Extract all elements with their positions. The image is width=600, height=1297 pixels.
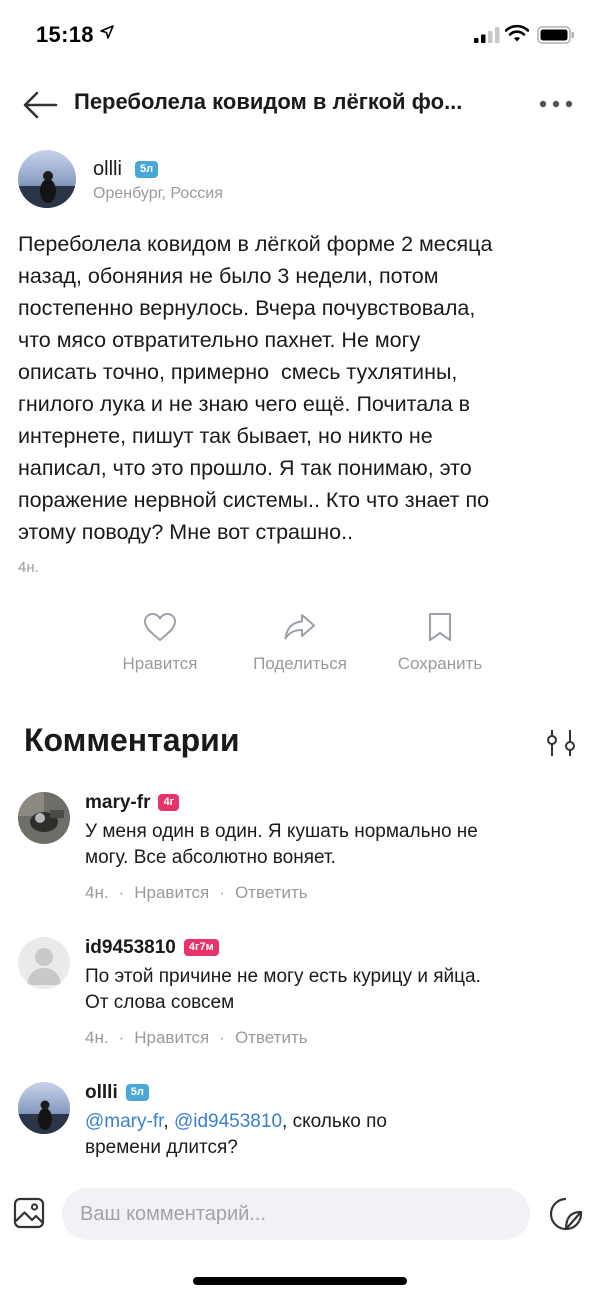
comment-line: могу. Все абсолютно воняет. <box>85 847 336 868</box>
post-line: Переболела ковидом в лёгкой форме 2 меся… <box>18 232 493 256</box>
share-button[interactable]: Поделиться <box>230 612 370 674</box>
filter-sliders-icon[interactable] <box>546 728 578 758</box>
comment-reply-link[interactable]: Ответить <box>235 1028 308 1047</box>
separator-dot: · <box>118 1028 125 1047</box>
comment-line: От слова совсем <box>85 992 235 1013</box>
nav-bar: Переболела ковидом в лёгкой фо... <box>0 76 600 130</box>
status-time: 15:18 <box>36 22 94 47</box>
post-line: написал, что это прошло. Я так понимаю, … <box>18 456 472 480</box>
avatar[interactable] <box>18 792 70 844</box>
avatar[interactable] <box>18 1082 70 1134</box>
comment-line: @mary-fr, @id9453810, сколько по <box>85 1109 580 1135</box>
experience-badge: 5л <box>125 1084 149 1102</box>
sticker-icon[interactable] <box>549 1197 583 1231</box>
page-title: Переболела ковидом в лёгкой фо... <box>74 89 463 114</box>
comment-timestamp: 4н. <box>85 1028 109 1047</box>
separator-dot: · <box>219 1028 225 1047</box>
experience-badge: 5л <box>135 161 159 178</box>
like-label: Нравится <box>122 654 198 673</box>
mention-separator: , <box>163 1111 174 1132</box>
mention-link[interactable]: @mary-fr <box>85 1111 163 1132</box>
home-indicator[interactable] <box>193 1277 407 1285</box>
share-arrow-icon <box>284 614 315 640</box>
post-author-location: Оренбург, Россия <box>93 185 223 202</box>
save-button[interactable]: Сохранить <box>370 612 510 674</box>
comment-text-after: , сколько по <box>282 1111 387 1132</box>
comment-author[interactable]: ollli 5л <box>85 1082 149 1104</box>
battery-icon <box>537 26 574 44</box>
comment-author-name[interactable]: ollli <box>85 1082 118 1103</box>
comments-heading: Комментарии <box>24 722 240 758</box>
comment-item: id9453810 4г7м По этой причине не могу ес… <box>18 937 584 1057</box>
comment-author-name[interactable]: mary-fr <box>85 792 150 813</box>
comment-text: По этой причине не могу есть курицу и яй… <box>85 964 580 1016</box>
post-line: описать точно, примерно смесь тухлятины, <box>18 360 458 384</box>
post-author[interactable]: ollli 5л Оренбург, Россия <box>18 150 578 210</box>
comment-author[interactable]: mary-fr 4г <box>85 792 180 814</box>
post-line: этому поводу? Мне вот страшно.. <box>18 520 354 544</box>
experience-badge: 4г <box>158 794 180 812</box>
heart-icon <box>144 613 176 641</box>
post-line: назад, обоняния не было 3 недели, потом <box>18 264 439 288</box>
post-author-name[interactable]: ollli <box>93 158 122 181</box>
comment-item: ollli 5л @mary-fr, @id9453810, сколько по… <box>18 1082 584 1172</box>
comment-item: mary-fr 4г У меня один в один. Я кушать н… <box>18 792 584 912</box>
comment-like-link[interactable]: Нравится <box>134 883 209 902</box>
comment-timestamp: 4н. <box>85 883 109 902</box>
post-actions: Нравится Поделиться Сохранить <box>0 612 600 692</box>
comment-line: По этой причине не могу есть курицу и яй… <box>85 966 481 987</box>
experience-badge: 4г7м <box>183 939 219 957</box>
post-line: постепенно вернулось. Вчера почувствовал… <box>18 296 476 320</box>
comment-like-link[interactable]: Нравится <box>134 1028 209 1047</box>
comment-meta: 4н. · Нравится · Ответить <box>85 883 308 903</box>
mention-link[interactable]: @id9453810 <box>174 1111 282 1132</box>
comment-composer <box>0 1178 600 1250</box>
gallery-image-icon[interactable] <box>13 1197 45 1229</box>
location-arrow-icon <box>100 25 114 39</box>
comment-meta: 4н. · Нравится · Ответить <box>85 1028 308 1048</box>
comment-author-name[interactable]: id9453810 <box>85 937 176 958</box>
comment-line: У меня один в один. Я кушать нормально н… <box>85 821 478 842</box>
post-line: что мясо отвратительно пахнет. Не могу <box>18 328 421 352</box>
comment-input[interactable] <box>62 1188 530 1240</box>
share-label: Поделиться <box>253 654 347 673</box>
like-button[interactable]: Нравится <box>90 612 230 674</box>
post-timestamp: 4н. <box>18 559 39 576</box>
separator-dot: · <box>118 883 125 902</box>
bookmark-icon <box>429 613 451 641</box>
wifi-icon <box>505 24 529 42</box>
save-label: Сохранить <box>397 654 483 673</box>
comment-line: времени длится? <box>85 1137 238 1158</box>
cellular-signal-icon <box>474 27 500 43</box>
avatar[interactable] <box>18 937 70 989</box>
comment-text: У меня один в один. Я кушать нормально н… <box>85 819 580 871</box>
comment-text: @mary-fr, @id9453810, сколько по времени… <box>85 1109 580 1161</box>
post-line: интернете, пишут так бывает, но никто не <box>18 424 433 448</box>
post-body: Переболела ковидом в лёгкой форме 2 меся… <box>18 228 584 548</box>
comment-reply-link[interactable]: Ответить <box>235 883 308 902</box>
comment-author[interactable]: id9453810 4г7м <box>85 937 219 959</box>
avatar[interactable] <box>18 150 76 208</box>
separator-dot: · <box>219 883 225 902</box>
status-bar: 15:18 <box>0 0 600 72</box>
post-line: гнилого лука и не знаю чего ещё. Почитал… <box>18 392 471 416</box>
post-line: поражение нервной системы.. Кто что знае… <box>18 488 490 512</box>
more-dots-icon[interactable] <box>538 98 574 110</box>
back-arrow-icon[interactable] <box>22 90 58 120</box>
